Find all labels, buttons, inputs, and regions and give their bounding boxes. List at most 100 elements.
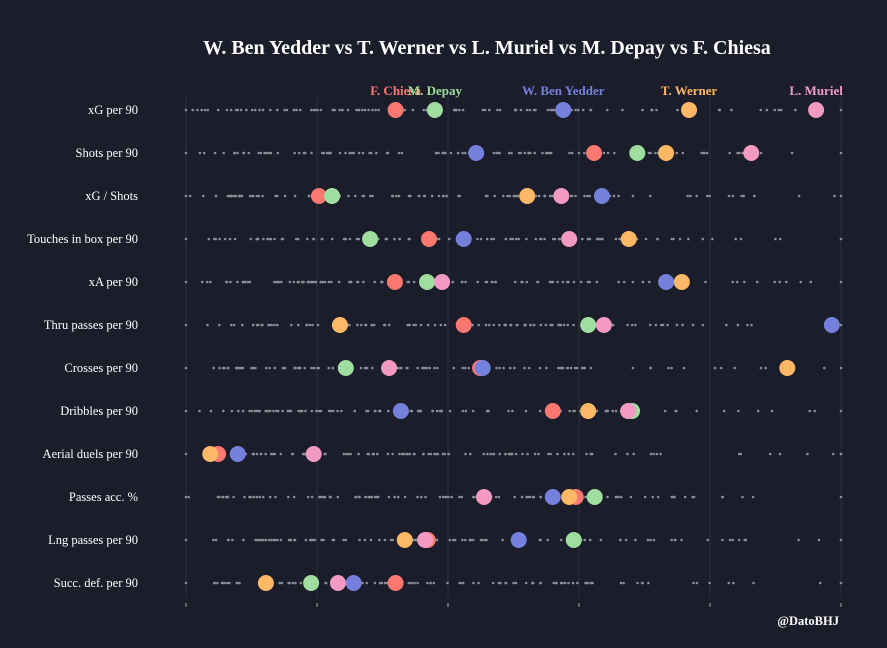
- player-dot: [681, 102, 698, 118]
- background-dot: [354, 495, 357, 499]
- background-dot: [431, 409, 434, 413]
- player-dot: [331, 317, 348, 333]
- background-dot: [817, 538, 821, 542]
- background-dot: [778, 237, 782, 241]
- background-dot: [839, 323, 843, 327]
- background-dot: [262, 237, 265, 241]
- background-dot: [468, 538, 472, 542]
- background-dot: [472, 581, 475, 585]
- background-dot: [196, 108, 199, 112]
- background-dot: [376, 452, 379, 456]
- background-dot: [268, 366, 271, 370]
- background-dot: [223, 237, 227, 241]
- background-dot: [226, 366, 230, 370]
- background-dot: [617, 495, 620, 499]
- background-dot: [727, 194, 731, 198]
- background-dot: [300, 409, 303, 413]
- background-dot: [375, 151, 378, 155]
- background-dot: [839, 538, 843, 542]
- background-dot: [675, 151, 678, 155]
- background-dot: [438, 495, 442, 499]
- background-dot: [202, 194, 205, 198]
- background-dot: [483, 538, 487, 542]
- background-dot: [308, 323, 311, 327]
- background-dot: [274, 495, 277, 499]
- background-dot: [258, 108, 261, 112]
- background-dot: [563, 452, 566, 456]
- background-dot: [501, 538, 504, 542]
- background-dot: [455, 108, 458, 112]
- background-dot: [327, 366, 331, 370]
- background-dot: [323, 452, 326, 456]
- player-label: T. Werner: [661, 83, 718, 98]
- background-dot: [386, 452, 390, 456]
- background-dot: [370, 323, 374, 327]
- background-dot: [614, 237, 618, 241]
- background-dot: [387, 409, 390, 413]
- background-dot: [728, 538, 732, 542]
- background-dot: [344, 151, 347, 155]
- background-dot: [303, 366, 307, 370]
- background-dot: [269, 151, 273, 155]
- background-dot: [464, 280, 467, 284]
- background-dot: [254, 366, 257, 370]
- background-dot: [644, 237, 648, 241]
- background-dot: [721, 538, 724, 542]
- background-dot: [229, 323, 233, 327]
- background-dot: [264, 452, 268, 456]
- background-dot: [479, 237, 483, 241]
- background-dot: [695, 581, 699, 585]
- background-dot: [310, 280, 314, 284]
- player-dot: [455, 231, 472, 247]
- background-dot: [253, 108, 257, 112]
- background-dot: [606, 151, 610, 155]
- background-dot: [191, 108, 194, 112]
- background-dot: [839, 194, 843, 198]
- player-dot: [303, 575, 320, 591]
- player-dot: [580, 403, 597, 419]
- background-dot: [429, 452, 433, 456]
- player-dot: [565, 532, 582, 548]
- background-dot: [765, 108, 769, 112]
- background-dot: [184, 452, 188, 456]
- background-dot: [482, 452, 486, 456]
- background-dot: [759, 108, 762, 112]
- background-dot: [461, 409, 465, 413]
- background-dot: [223, 366, 226, 370]
- background-dot: [426, 323, 430, 327]
- background-dot: [212, 237, 216, 241]
- player-dot: [329, 575, 346, 591]
- background-dot: [567, 452, 570, 456]
- background-dot: [338, 108, 341, 112]
- background-dot: [267, 538, 271, 542]
- background-dot: [236, 108, 239, 112]
- background-dot: [355, 237, 359, 241]
- player-dot: [229, 446, 246, 462]
- player-dot: [658, 274, 675, 290]
- background-dot: [280, 581, 284, 585]
- background-dot: [184, 280, 188, 284]
- background-dot: [756, 409, 760, 413]
- background-dot: [606, 108, 609, 112]
- background-dot: [206, 323, 209, 327]
- background-dot: [357, 452, 360, 456]
- background-dot: [799, 280, 803, 284]
- player-dot: [620, 231, 637, 247]
- background-dot: [367, 452, 371, 456]
- background-dot: [513, 280, 517, 284]
- background-dot: [261, 108, 265, 112]
- background-dot: [727, 581, 731, 585]
- background-dot: [248, 194, 252, 198]
- background-dot: [566, 366, 570, 370]
- background-dot: [209, 280, 212, 284]
- background-dot: [332, 409, 335, 413]
- background-dot: [317, 409, 321, 413]
- background-dot: [412, 280, 416, 284]
- background-dot: [248, 495, 251, 499]
- background-dot: [184, 366, 188, 370]
- background-dot: [400, 151, 404, 155]
- background-dot: [743, 280, 746, 284]
- background-dot: [759, 366, 763, 370]
- background-dot: [433, 323, 437, 327]
- background-dot: [614, 409, 618, 413]
